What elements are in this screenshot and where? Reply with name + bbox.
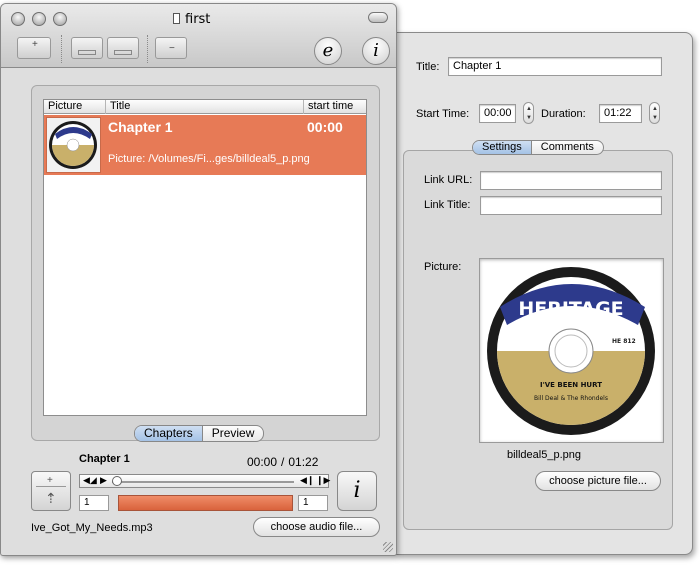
duplicate-icon [114,50,132,55]
title-label: Title: [416,61,440,73]
duration-stepper[interactable]: ▲ ▼ [649,102,660,124]
drawer-tab-control: Settings Comments [472,140,604,155]
record-thumbnail-icon [49,121,97,169]
start-time-stepper[interactable]: ▲ ▼ [523,102,534,124]
start-frame-field[interactable]: 1 [79,495,109,511]
toolbar-separator [61,35,62,63]
scrubber-handle[interactable] [112,476,122,486]
duplicate-chapter-button[interactable] [107,37,139,59]
duration-label: Duration: [541,108,586,120]
remove-chapter-button[interactable]: − [155,37,187,59]
insert-chapter-button[interactable] [71,37,103,59]
title-bar: first + − e i [1,4,396,68]
main-window: first + − e i Picture Title start time C… [0,3,397,556]
picture-file-name: billdeal5_p.png [506,449,581,461]
column-picture[interactable]: Picture [44,100,106,114]
info-button[interactable]: i [362,37,390,65]
toolbar-separator [147,35,148,63]
play-icon[interactable]: ▶ [100,475,107,486]
minimize-window-button[interactable] [32,12,46,26]
choose-audio-button[interactable]: choose audio file... [253,517,380,537]
step-forward-icon[interactable]: ❙▶ [316,475,330,486]
time-separator: / [281,455,285,469]
link-url-label: Link URL: [424,174,473,186]
row-title: Chapter 1 [108,119,173,135]
chapter-drawer: Title: Chapter 1 Start Time: 00:00 ▲ ▼ Du… [395,32,693,555]
transport-bar: ◀◢ ▶ ◀❙ ❙▶ [79,474,330,488]
zoom-window-button[interactable] [53,12,67,26]
record-image: HERITAGE HE 812 I'VE BEEN HURT Bill Deal… [487,267,655,435]
current-time: 00:00 [247,455,278,469]
column-start-time[interactable]: start time [304,100,368,114]
start-time-field[interactable]: 00:00 [479,104,516,123]
end-frame-field[interactable]: 1 [298,495,328,511]
table-row[interactable]: Chapter 1 00:00 Picture: /Volumes/Fi...g… [44,115,366,175]
player-time: 00:00 / 01:22 [247,455,318,469]
record-song: I'VE BEEN HURT [540,381,602,389]
player-info-button[interactable]: i [337,471,377,511]
record-catalog: HE 812 [612,338,636,345]
link-url-field[interactable] [480,171,662,190]
table-header: Picture Title start time [44,100,366,114]
minus-icon: − [169,43,175,54]
chapters-table[interactable]: Picture Title start time Chapter 1 00:00… [43,99,367,416]
record-brand: HERITAGE [518,298,623,320]
close-window-button[interactable] [11,12,25,26]
plus-icon: + [47,475,53,486]
row-start-time: 00:00 [307,119,343,135]
player-chapter-title: Chapter 1 [79,453,130,465]
toolbar-toggle-button[interactable] [368,12,388,23]
arrow-up-icon: ⇡ [45,490,57,506]
step-back-icon[interactable]: ◀❙ [300,475,314,486]
chapter-range-bar[interactable] [118,495,293,511]
duration-field[interactable]: 01:22 [599,104,642,123]
edit-button[interactable]: e [314,37,342,65]
start-time-label: Start Time: [416,108,470,120]
picture-label: Picture: [424,261,462,273]
set-start-button[interactable]: + ⇡ [31,471,71,511]
add-chapter-button[interactable]: + [17,37,51,59]
picture-well[interactable]: HERITAGE HE 812 I'VE BEEN HURT Bill Deal… [479,258,664,443]
resize-grip[interactable] [383,542,393,552]
record-artist: Bill Deal & The Rhondels [534,395,608,402]
row-picture-path: Picture: /Volumes/Fi...ges/billdeal5_p.p… [108,153,310,165]
link-title-field[interactable] [480,196,662,215]
scrubber-track[interactable] [112,481,294,483]
audio-file-name: Ive_Got_My_Needs.mp3 [31,522,153,534]
tab-settings[interactable]: Settings [473,141,532,154]
choose-picture-button[interactable]: choose picture file... [535,471,661,491]
tab-comments[interactable]: Comments [532,141,603,154]
link-title-label: Link Title: [424,199,471,211]
window-title: first [185,12,211,27]
column-title[interactable]: Title [106,100,304,114]
volume-icon[interactable]: ◀◢ [83,475,97,486]
tab-preview[interactable]: Preview [203,426,264,441]
plus-icon: + [32,39,38,50]
total-time: 01:22 [288,455,319,469]
row-thumbnail [46,117,101,173]
title-field[interactable]: Chapter 1 [448,57,662,76]
tab-chapters[interactable]: Chapters [135,426,203,441]
document-icon [173,13,180,24]
main-tab-control: Chapters Preview [134,425,265,442]
insert-icon [78,50,96,55]
